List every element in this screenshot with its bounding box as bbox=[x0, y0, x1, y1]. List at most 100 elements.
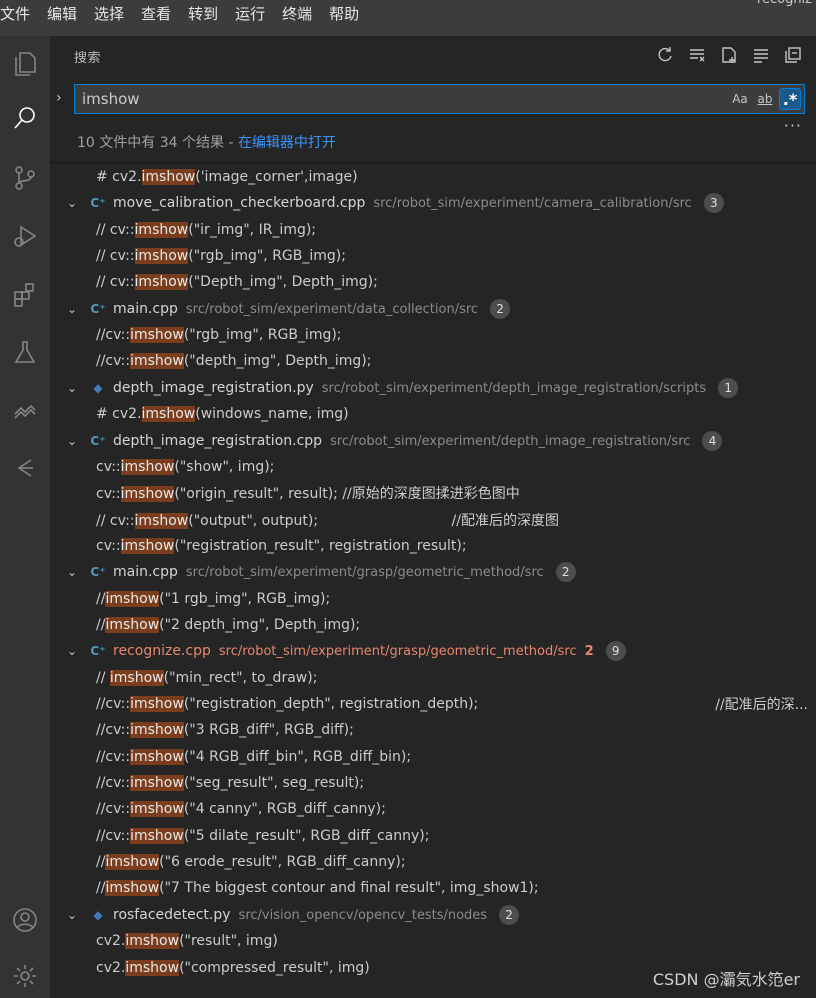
file-name: main.cpp bbox=[113, 564, 178, 581]
result-file-row[interactable]: ⌄ ◆ depth_image_registration.py src/robot_s… bbox=[50, 375, 816, 401]
source-control-icon[interactable] bbox=[0, 154, 50, 202]
settings-gear-icon[interactable] bbox=[0, 952, 50, 998]
open-in-editor-link[interactable]: 在编辑器中打开 bbox=[238, 135, 336, 151]
match-line: //cv::imshow("5 dilate_result", RGB_diff… bbox=[96, 827, 429, 844]
menu-item[interactable]: 转到 bbox=[188, 0, 224, 28]
result-match-row[interactable]: //imshow("2 depth_img", Depth_img); bbox=[50, 612, 816, 638]
match-highlight: imshow bbox=[130, 696, 184, 712]
search-icon[interactable] bbox=[0, 94, 50, 142]
menu-item[interactable]: 运行 bbox=[235, 0, 271, 28]
result-match-row[interactable]: # cv2.imshow('image_corner',image) bbox=[50, 164, 816, 190]
menu-bar: 文件编辑选择查看转到运行终端帮助 recogniz bbox=[0, 0, 816, 36]
match-line: // cv::imshow("Depth_img", Depth_img); bbox=[96, 274, 378, 291]
match-prefix: cv:: bbox=[96, 537, 121, 554]
result-match-row[interactable]: //imshow("7 The biggest contour and fina… bbox=[50, 875, 816, 901]
chevron-down-icon[interactable]: ⌄ bbox=[67, 644, 79, 658]
chevron-down-icon[interactable]: ⌄ bbox=[67, 434, 79, 448]
result-file-row[interactable]: ⌄ C⁺ main.cpp src/robot_sim/experiment/gras… bbox=[50, 559, 816, 585]
result-match-row[interactable]: //cv::imshow("depth_img", Depth_img); bbox=[50, 348, 816, 374]
match-case-toggle[interactable]: Aa bbox=[729, 88, 751, 110]
file-name-group: depth_image_registration.cpp src/robot_si… bbox=[113, 430, 723, 451]
match-highlight: imshow bbox=[134, 274, 189, 291]
chevron-down-icon[interactable]: ⌄ bbox=[67, 196, 79, 210]
search-input[interactable] bbox=[75, 85, 729, 113]
result-match-row[interactable]: // cv::imshow("output", output); //配准后的深… bbox=[50, 507, 816, 533]
remote-explorer-icon[interactable] bbox=[0, 386, 50, 434]
match-whole-word-toggle[interactable]: ab bbox=[754, 88, 776, 110]
match-suffix: ("depth_img", Depth_img); bbox=[183, 353, 372, 370]
match-line: // cv::imshow("ir_img", IR_img); bbox=[96, 221, 317, 238]
account-icon[interactable] bbox=[0, 896, 50, 944]
result-file-row[interactable]: ⌄ C⁺ main.cpp src/robot_sim/experiment/data… bbox=[50, 296, 816, 322]
explorer-icon[interactable] bbox=[0, 40, 50, 88]
match-highlight: imshow bbox=[130, 327, 184, 344]
match-line: cv::imshow("origin_result", result); //原… bbox=[96, 483, 520, 503]
search-sidebar: 搜索 › Aa ab .* ··· 10 文件中有 34 个结果 - 在编辑器中… bbox=[50, 36, 816, 998]
result-match-row[interactable]: cv::imshow("registration_result", regist… bbox=[50, 533, 816, 559]
match-line: cv::imshow("show", img); bbox=[96, 458, 274, 475]
result-file-row[interactable]: ⌄ ◆ rosfacedetect.py src/vision_opencv/open… bbox=[50, 902, 816, 928]
menu-item[interactable]: 文件 bbox=[0, 0, 36, 28]
result-match-row[interactable]: // cv::imshow("rgb_img", RGB_img); bbox=[50, 243, 816, 269]
result-match-row[interactable]: # cv2.imshow(windows_name, img) bbox=[50, 401, 816, 427]
toggle-replace-chevron-icon[interactable]: › bbox=[56, 90, 70, 110]
result-match-row[interactable]: //imshow("1 rgb_img", RGB_img); bbox=[50, 586, 816, 612]
chevron-down-icon[interactable]: ⌄ bbox=[67, 302, 79, 316]
menu-item[interactable]: 查看 bbox=[141, 0, 177, 28]
result-match-row[interactable]: //cv::imshow("rgb_img", RGB_img); bbox=[50, 322, 816, 348]
result-match-row[interactable]: //cv::imshow("4 RGB_diff_bin", RGB_diff_… bbox=[50, 744, 816, 770]
result-match-row[interactable]: cv2.imshow("result", img) bbox=[50, 928, 816, 954]
use-regex-toggle[interactable]: .* bbox=[779, 88, 801, 110]
result-match-row[interactable]: // cv::imshow("Depth_img", Depth_img); bbox=[50, 269, 816, 295]
file-name: move_calibration_checkerboard.cpp bbox=[113, 195, 366, 212]
python-file-icon: ◆ bbox=[93, 380, 103, 395]
run-debug-icon[interactable] bbox=[0, 212, 50, 260]
chevron-down-icon[interactable]: ⌄ bbox=[67, 908, 79, 922]
clear-results-icon[interactable] bbox=[686, 44, 708, 66]
result-match-row[interactable]: //cv::imshow("5 dilate_result", RGB_diff… bbox=[50, 823, 816, 849]
result-match-row[interactable]: cv::imshow("show", img); bbox=[50, 454, 816, 480]
menu-item[interactable]: 编辑 bbox=[47, 0, 83, 28]
result-match-row[interactable]: // cv::imshow("ir_img", IR_img); bbox=[50, 217, 816, 243]
match-line: //cv::imshow("4 RGB_diff_bin", RGB_diff_… bbox=[96, 748, 412, 765]
extensions-icon[interactable] bbox=[0, 270, 50, 318]
result-match-row[interactable]: //imshow("6 erode_result", RGB_diff_cann… bbox=[50, 849, 816, 875]
match-suffix: ("7 The biggest contour and final result… bbox=[159, 880, 539, 897]
more-options-icon[interactable]: ··· bbox=[784, 116, 802, 135]
menu-item[interactable]: 终端 bbox=[282, 0, 318, 28]
result-file-row[interactable]: ⌄ C⁺ recognize.cpp src/robot_sim/experiment… bbox=[50, 638, 816, 664]
match-suffix: ("ir_img", IR_img); bbox=[188, 221, 317, 238]
new-search-editor-icon[interactable] bbox=[718, 44, 740, 66]
match-count-badge: 2 bbox=[555, 562, 576, 583]
match-highlight: imshow bbox=[120, 458, 175, 475]
chevron-down-icon[interactable]: ⌄ bbox=[67, 381, 79, 395]
menu-item[interactable]: 帮助 bbox=[329, 0, 365, 28]
match-line: //cv::imshow("registration_depth", regis… bbox=[96, 696, 478, 712]
menu-item[interactable]: 选择 bbox=[94, 0, 130, 28]
match-line: // cv::imshow("output", output); //配准后的深… bbox=[96, 510, 559, 530]
result-match-row[interactable]: //cv::imshow("seg_result", seg_result); bbox=[50, 770, 816, 796]
result-match-row[interactable]: //cv::imshow("registration_depth", regis… bbox=[50, 691, 816, 717]
result-match-row[interactable]: cv::imshow("origin_result", result); //原… bbox=[50, 480, 816, 506]
match-line: //cv::imshow("3 RGB_diff", RGB_diff); bbox=[96, 722, 354, 739]
chevron-down-icon[interactable]: ⌄ bbox=[67, 565, 79, 579]
match-highlight: imshow bbox=[134, 512, 189, 529]
collapse-all-icon[interactable] bbox=[782, 44, 804, 66]
refresh-icon[interactable] bbox=[654, 44, 676, 66]
result-match-row[interactable]: // imshow("min_rect", to_draw); bbox=[50, 665, 816, 691]
match-suffix: ("4 RGB_diff_bin", RGB_diff_bin); bbox=[183, 748, 412, 765]
view-as-tree-icon[interactable] bbox=[750, 44, 772, 66]
gitlens-icon[interactable] bbox=[0, 444, 50, 492]
file-name-group: main.cpp src/robot_sim/experiment/grasp/g… bbox=[113, 562, 576, 583]
testing-icon[interactable] bbox=[0, 328, 50, 376]
result-file-row[interactable]: ⌄ C⁺ depth_image_registration.cpp src/robot… bbox=[50, 428, 816, 454]
file-name-group: main.cpp src/robot_sim/experiment/data_co… bbox=[113, 298, 511, 319]
result-file-row[interactable]: ⌄ C⁺ move_calibration_checkerboard.cpp src/… bbox=[50, 190, 816, 216]
match-suffix: ("origin_result", result); //原始的深度图揉进彩色图… bbox=[174, 486, 520, 503]
match-line: //imshow("1 rgb_img", RGB_img); bbox=[96, 590, 330, 607]
match-suffix: ("Depth_img", Depth_img); bbox=[188, 274, 378, 291]
result-match-row[interactable]: //cv::imshow("3 RGB_diff", RGB_diff); bbox=[50, 717, 816, 743]
result-match-row[interactable]: //cv::imshow("4 canny", RGB_diff_canny); bbox=[50, 796, 816, 822]
file-path: src/robot_sim/experiment/grasp/geometric… bbox=[185, 565, 544, 581]
match-line: cv2.imshow("result", img) bbox=[96, 933, 278, 950]
